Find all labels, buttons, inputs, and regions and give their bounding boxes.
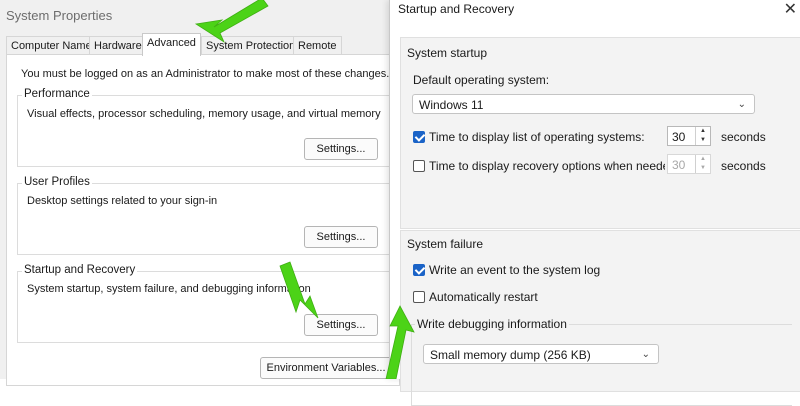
arrow-icon [194,0,415,379]
green-arrow-to-advanced-tab [194,0,269,44]
green-arrow-to-auto-restart [385,305,415,379]
green-arrow-to-settings-button [279,261,319,319]
annotation-arrows [194,0,415,379]
